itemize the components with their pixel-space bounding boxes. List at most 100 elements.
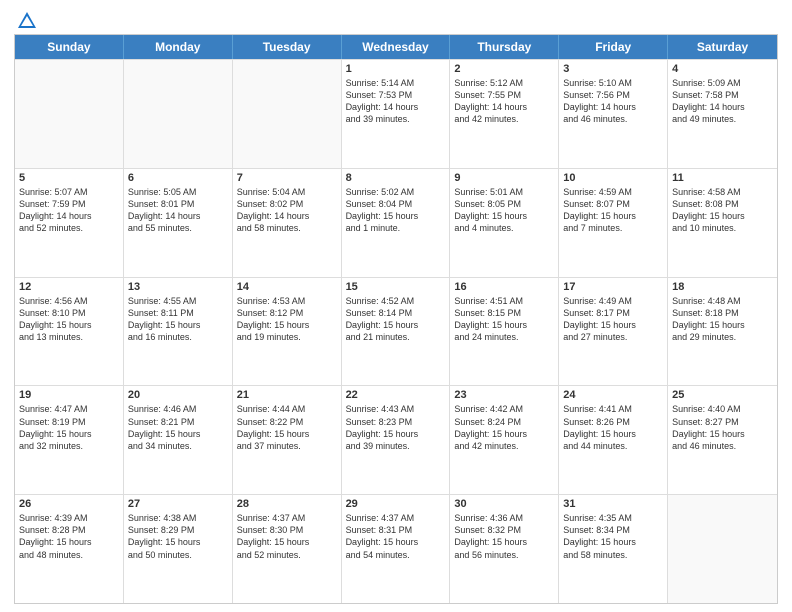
cell-info: Sunrise: 5:12 AM Sunset: 7:55 PM Dayligh…: [454, 77, 554, 126]
logo: [14, 10, 38, 28]
cell-info: Sunrise: 4:51 AM Sunset: 8:15 PM Dayligh…: [454, 295, 554, 344]
calendar-week-5: 26 Sunrise: 4:39 AM Sunset: 8:28 PM Dayli…: [15, 494, 777, 603]
calendar-cell: 23Sunrise: 4:42 AM Sunset: 8:24 PM Dayli…: [450, 386, 559, 494]
cell-info: Sunrise: 4:47 AM Sunset: 8:19 PM Dayligh…: [19, 403, 119, 452]
cell-day-number: 5: [19, 172, 119, 184]
cell-day-number: 16: [454, 281, 554, 293]
page: SundayMondayTuesdayWednesdayThursdayFrid…: [0, 0, 792, 612]
cell-day-number: 31: [563, 498, 663, 510]
calendar-cell: 27 Sunrise: 4:38 AM Sunset: 8:29 PM Dayli…: [124, 495, 233, 603]
cell-info: Sunrise: 4:48 AM Sunset: 8:18 PM Dayligh…: [672, 295, 773, 344]
header-day-sunday: Sunday: [15, 35, 124, 59]
cell-info: Sunrise: 4:39 AM Sunset: 8:28 PM Dayligh…: [19, 512, 119, 561]
cell-info: Sunrise: 4:53 AM Sunset: 8:12 PM Dayligh…: [237, 295, 337, 344]
calendar-cell: 21 Sunrise: 4:44 AM Sunset: 8:22 PM Dayli…: [233, 386, 342, 494]
cell-day-number: 18: [672, 281, 773, 293]
cell-day-number: 22: [346, 389, 446, 401]
calendar-cell: 16 Sunrise: 4:51 AM Sunset: 8:15 PM Dayli…: [450, 278, 559, 386]
cell-info: Sunrise: 5:01 AM Sunset: 8:05 PM Dayligh…: [454, 186, 554, 235]
cell-info: Sunrise: 4:37 AM Sunset: 8:31 PM Dayligh…: [346, 512, 446, 561]
cell-day-number: 26: [19, 498, 119, 510]
cell-day-number: 29: [346, 498, 446, 510]
cell-info: Sunrise: 4:52 AM Sunset: 8:14 PM Dayligh…: [346, 295, 446, 344]
cell-info: Sunrise: 4:40 AM Sunset: 8:27 PM Dayligh…: [672, 403, 773, 452]
calendar-cell: 17Sunrise: 4:49 AM Sunset: 8:17 PM Dayli…: [559, 278, 668, 386]
cell-day-number: 10: [563, 172, 663, 184]
cell-info: Sunrise: 4:44 AM Sunset: 8:22 PM Dayligh…: [237, 403, 337, 452]
cell-info: Sunrise: 4:43 AM Sunset: 8:23 PM Dayligh…: [346, 403, 446, 452]
cell-info: Sunrise: 5:05 AM Sunset: 8:01 PM Dayligh…: [128, 186, 228, 235]
calendar-cell: 8 Sunrise: 5:02 AM Sunset: 8:04 PM Daylig…: [342, 169, 451, 277]
cell-info: Sunrise: 4:55 AM Sunset: 8:11 PM Dayligh…: [128, 295, 228, 344]
calendar-cell: [15, 60, 124, 168]
cell-day-number: 4: [672, 63, 773, 75]
cell-info: Sunrise: 4:58 AM Sunset: 8:08 PM Dayligh…: [672, 186, 773, 235]
calendar: SundayMondayTuesdayWednesdayThursdayFrid…: [14, 34, 778, 604]
cell-day-number: 30: [454, 498, 554, 510]
cell-day-number: 27: [128, 498, 228, 510]
calendar-cell: 1 Sunrise: 5:14 AM Sunset: 7:53 PM Daylig…: [342, 60, 451, 168]
cell-info: Sunrise: 5:10 AM Sunset: 7:56 PM Dayligh…: [563, 77, 663, 126]
calendar-cell: 2 Sunrise: 5:12 AM Sunset: 7:55 PM Daylig…: [450, 60, 559, 168]
cell-day-number: 14: [237, 281, 337, 293]
calendar-cell: 28Sunrise: 4:37 AM Sunset: 8:30 PM Dayli…: [233, 495, 342, 603]
cell-info: Sunrise: 4:56 AM Sunset: 8:10 PM Dayligh…: [19, 295, 119, 344]
calendar-cell: 14 Sunrise: 4:53 AM Sunset: 8:12 PM Dayli…: [233, 278, 342, 386]
cell-day-number: 1: [346, 63, 446, 75]
calendar-cell: 26 Sunrise: 4:39 AM Sunset: 8:28 PM Dayli…: [15, 495, 124, 603]
cell-day-number: 6: [128, 172, 228, 184]
cell-day-number: 23: [454, 389, 554, 401]
calendar-body: 1 Sunrise: 5:14 AM Sunset: 7:53 PM Daylig…: [15, 59, 777, 603]
cell-day-number: 15: [346, 281, 446, 293]
cell-day-number: 8: [346, 172, 446, 184]
cell-day-number: 13: [128, 281, 228, 293]
calendar-cell: 19 Sunrise: 4:47 AM Sunset: 8:19 PM Dayli…: [15, 386, 124, 494]
calendar-cell: [668, 495, 777, 603]
cell-info: Sunrise: 5:07 AM Sunset: 7:59 PM Dayligh…: [19, 186, 119, 235]
calendar-cell: 3 Sunrise: 5:10 AM Sunset: 7:56 PM Daylig…: [559, 60, 668, 168]
cell-info: Sunrise: 5:02 AM Sunset: 8:04 PM Dayligh…: [346, 186, 446, 235]
cell-day-number: 20: [128, 389, 228, 401]
calendar-cell: 6 Sunrise: 5:05 AM Sunset: 8:01 PM Daylig…: [124, 169, 233, 277]
header-day-thursday: Thursday: [450, 35, 559, 59]
calendar-cell: 9 Sunrise: 5:01 AM Sunset: 8:05 PM Daylig…: [450, 169, 559, 277]
calendar-cell: 18 Sunrise: 4:48 AM Sunset: 8:18 PM Dayli…: [668, 278, 777, 386]
cell-info: Sunrise: 5:14 AM Sunset: 7:53 PM Dayligh…: [346, 77, 446, 126]
calendar-cell: 15 Sunrise: 4:52 AM Sunset: 8:14 PM Dayli…: [342, 278, 451, 386]
cell-day-number: 24: [563, 389, 663, 401]
cell-day-number: 19: [19, 389, 119, 401]
calendar-cell: 11 Sunrise: 4:58 AM Sunset: 8:08 PM Dayli…: [668, 169, 777, 277]
calendar-week-1: 1 Sunrise: 5:14 AM Sunset: 7:53 PM Daylig…: [15, 59, 777, 168]
cell-info: Sunrise: 4:38 AM Sunset: 8:29 PM Dayligh…: [128, 512, 228, 561]
calendar-cell: 31 Sunrise: 4:35 AM Sunset: 8:34 PM Dayli…: [559, 495, 668, 603]
calendar-cell: 5 Sunrise: 5:07 AM Sunset: 7:59 PM Daylig…: [15, 169, 124, 277]
calendar-cell: 29 Sunrise: 4:37 AM Sunset: 8:31 PM Dayli…: [342, 495, 451, 603]
calendar-cell: 24 Sunrise: 4:41 AM Sunset: 8:26 PM Dayli…: [559, 386, 668, 494]
cell-day-number: 28: [237, 498, 337, 510]
header-day-saturday: Saturday: [668, 35, 777, 59]
cell-day-number: 9: [454, 172, 554, 184]
header-day-friday: Friday: [559, 35, 668, 59]
header: [14, 10, 778, 28]
calendar-cell: 7 Sunrise: 5:04 AM Sunset: 8:02 PM Daylig…: [233, 169, 342, 277]
cell-info: Sunrise: 4:46 AM Sunset: 8:21 PM Dayligh…: [128, 403, 228, 452]
cell-day-number: 21: [237, 389, 337, 401]
cell-day-number: 3: [563, 63, 663, 75]
cell-day-number: 2: [454, 63, 554, 75]
calendar-cell: 13 Sunrise: 4:55 AM Sunset: 8:11 PM Dayli…: [124, 278, 233, 386]
calendar-cell: 25Sunrise: 4:40 AM Sunset: 8:27 PM Dayli…: [668, 386, 777, 494]
calendar-cell: 20 Sunrise: 4:46 AM Sunset: 8:21 PM Dayli…: [124, 386, 233, 494]
calendar-cell: 30 Sunrise: 4:36 AM Sunset: 8:32 PM Dayli…: [450, 495, 559, 603]
cell-info: Sunrise: 4:35 AM Sunset: 8:34 PM Dayligh…: [563, 512, 663, 561]
cell-info: Sunrise: 4:36 AM Sunset: 8:32 PM Dayligh…: [454, 512, 554, 561]
cell-info: Sunrise: 5:09 AM Sunset: 7:58 PM Dayligh…: [672, 77, 773, 126]
cell-info: Sunrise: 4:59 AM Sunset: 8:07 PM Dayligh…: [563, 186, 663, 235]
cell-info: Sunrise: 4:41 AM Sunset: 8:26 PM Dayligh…: [563, 403, 663, 452]
calendar-cell: 12Sunrise: 4:56 AM Sunset: 8:10 PM Dayli…: [15, 278, 124, 386]
calendar-week-2: 5 Sunrise: 5:07 AM Sunset: 7:59 PM Daylig…: [15, 168, 777, 277]
cell-day-number: 11: [672, 172, 773, 184]
calendar-week-4: 19 Sunrise: 4:47 AM Sunset: 8:19 PM Dayli…: [15, 385, 777, 494]
header-day-wednesday: Wednesday: [342, 35, 451, 59]
cell-day-number: 7: [237, 172, 337, 184]
cell-info: Sunrise: 5:04 AM Sunset: 8:02 PM Dayligh…: [237, 186, 337, 235]
